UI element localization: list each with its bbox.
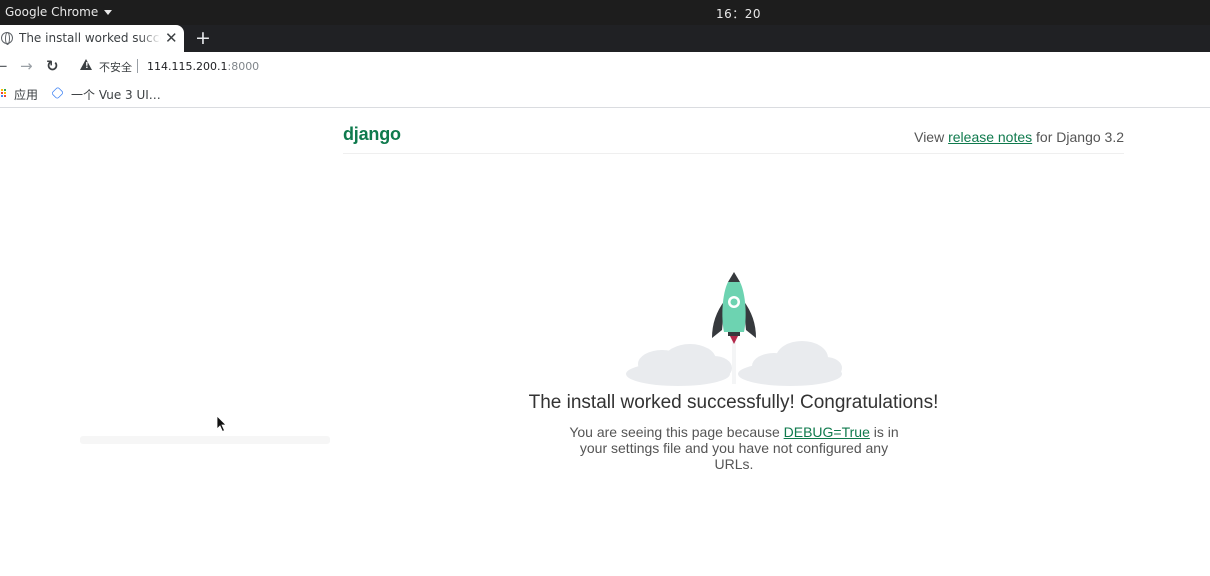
- app-menu[interactable]: Google Chrome: [5, 5, 113, 19]
- back-button[interactable]: ←: [0, 57, 8, 75]
- caret-down-icon: [104, 10, 113, 15]
- body-prefix: You are seeing this page because: [569, 424, 784, 440]
- bookmarks-bar: 应用 一个 Vue 3 UI…: [0, 80, 1210, 108]
- faint-placeholder: [80, 436, 330, 444]
- address-bar[interactable]: 不安全 114.115.200.1:8000: [72, 53, 1210, 79]
- rocket-illustration: [626, 272, 842, 386]
- rocket: [712, 272, 756, 344]
- globe-icon: [1, 32, 13, 45]
- forward-button[interactable]: →: [20, 57, 33, 75]
- url-host: 114.115.200.1: [147, 60, 228, 73]
- security-label[interactable]: 不安全: [99, 59, 132, 75]
- app-name: Google Chrome: [5, 5, 99, 19]
- vue-icon[interactable]: [50, 86, 65, 100]
- url-text[interactable]: 114.115.200.1:8000: [147, 60, 259, 73]
- debug-true-link[interactable]: DEBUG=True: [784, 424, 870, 440]
- apps-grid-icon[interactable]: [0, 89, 7, 98]
- browser-toolbar: ← → ↻ 不安全 114.115.200.1:8000: [0, 52, 1210, 80]
- browser-tab[interactable]: The install worked successfully! Congrat…: [0, 25, 184, 52]
- new-tab-button[interactable]: +: [195, 27, 211, 49]
- release-prefix: View: [914, 129, 949, 145]
- release-notes-link[interactable]: release notes: [948, 129, 1032, 145]
- release-suffix: for Django 3.2: [1032, 129, 1124, 145]
- system-top-bar: Google Chrome 16：20: [0, 0, 1210, 25]
- tab-title: The install worked successfully! Congrat…: [19, 31, 161, 45]
- tab-strip: The install worked successfully! Congrat…: [0, 25, 1210, 52]
- debug-explanation: You are seeing this page because DEBUG=T…: [563, 424, 905, 472]
- reload-button[interactable]: ↻: [46, 57, 59, 75]
- cloud-right: [738, 341, 842, 386]
- mouse-cursor-icon: [216, 415, 227, 433]
- url-port: :8000: [227, 60, 260, 73]
- django-logo[interactable]: django: [343, 124, 401, 145]
- bookmark-vue[interactable]: 一个 Vue 3 UI…: [71, 86, 161, 103]
- release-notes-text: View release notes for Django 3.2: [914, 129, 1124, 145]
- warning-icon[interactable]: [80, 59, 92, 70]
- exhaust-trail: [732, 342, 736, 384]
- clock[interactable]: 16：20: [716, 5, 761, 22]
- close-tab-icon[interactable]: ✕: [165, 29, 178, 47]
- cloud-left: [626, 344, 732, 386]
- address-separator: [137, 59, 138, 73]
- success-headline: The install worked successfully! Congrat…: [528, 392, 939, 413]
- bookmark-apps[interactable]: 应用: [14, 86, 38, 103]
- django-header: django View release notes for Django 3.2: [343, 109, 1124, 154]
- page-content: django View release notes for Django 3.2: [0, 109, 1210, 576]
